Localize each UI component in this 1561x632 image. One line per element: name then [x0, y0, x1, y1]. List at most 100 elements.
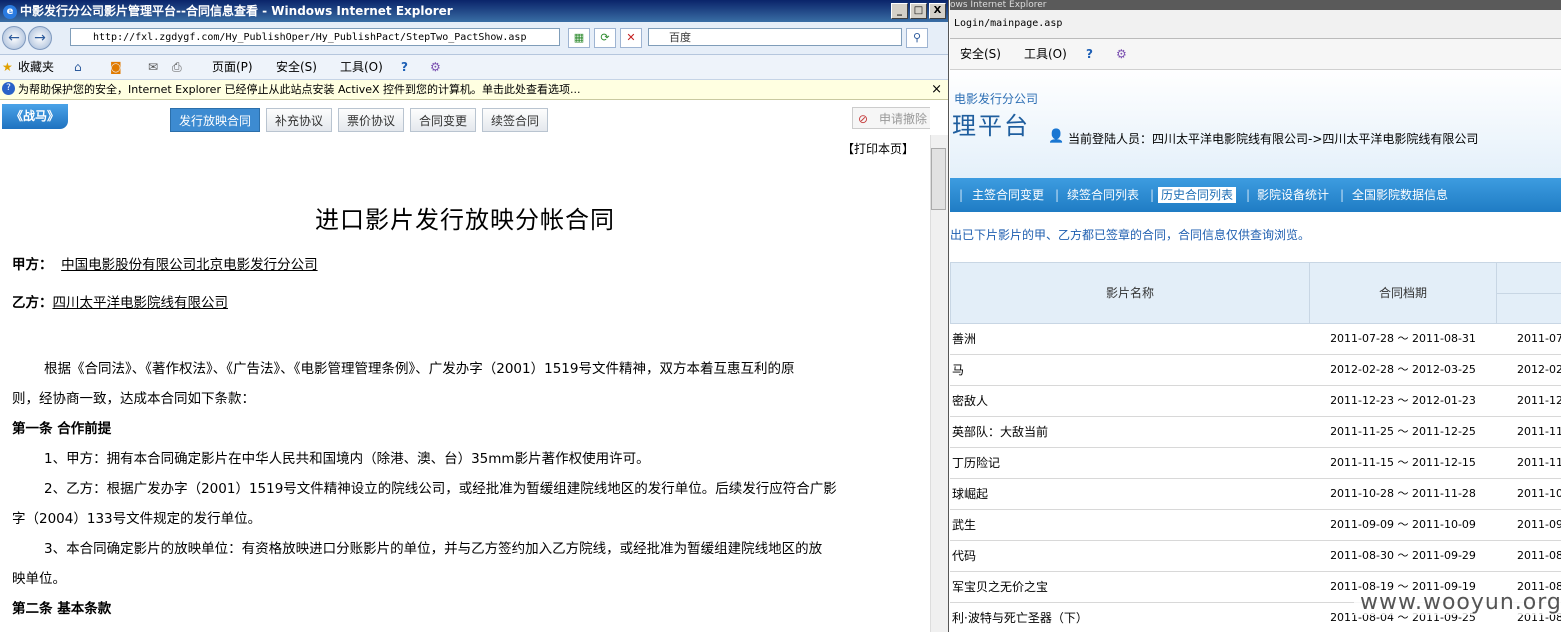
- nav-renewal-list[interactable]: 续签合同列表: [1067, 178, 1139, 212]
- nav-separator: |: [1150, 188, 1155, 202]
- tab-renewal-contract[interactable]: 续签合同: [482, 108, 549, 132]
- film-name-cell[interactable]: 利·波特与死亡圣器（下）: [952, 603, 1302, 632]
- right-address-input[interactable]: Login/mainpage.asp: [954, 14, 1062, 34]
- party-b-label: 乙方：: [12, 295, 53, 311]
- party-a-label: 甲方：: [12, 257, 53, 273]
- contract-period-cell: 2011-10-28 ～ 2011-11-28: [1330, 487, 1476, 500]
- next-date-cell: 2011-08: [1517, 549, 1561, 562]
- portal-title: 理平台: [952, 112, 1030, 140]
- info-bar[interactable]: ? 为帮助保护您的安全，Internet Explorer 已经停止从此站点安装…: [0, 80, 948, 100]
- header-film-name: 影片名称: [950, 262, 1310, 324]
- film-name-cell[interactable]: 善洲: [952, 324, 1302, 354]
- next-date-cell: 2011-11: [1517, 456, 1561, 469]
- refresh-icon[interactable]: ⟳: [594, 28, 616, 48]
- film-name-cell[interactable]: 代码: [952, 541, 1302, 571]
- safety-menu[interactable]: 安全(S): [276, 55, 317, 79]
- ie-logo-icon: e: [3, 4, 17, 19]
- film-name-cell[interactable]: 密敌人: [952, 386, 1302, 416]
- table-row[interactable]: 代码 2011-08-30 ～ 2011-09-29 2011-08: [950, 541, 1561, 572]
- table-row[interactable]: 丁历险记 2011-11-15 ～ 2011-12-15 2011-11: [950, 448, 1561, 479]
- article1-item2-line2: 字（2004）133号文件规定的发行单位。: [12, 511, 262, 527]
- minimize-button[interactable]: _: [891, 3, 908, 19]
- contract-period-cell: 2011-09-09 ～ 2011-10-09: [1330, 518, 1476, 531]
- infobar-text[interactable]: 为帮助保护您的安全，Internet Explorer 已经停止从此站点安装 A…: [18, 80, 581, 99]
- right-tools-menu[interactable]: 工具(O): [1024, 39, 1067, 69]
- forward-button[interactable]: →: [28, 26, 52, 50]
- table-row[interactable]: 英部队：大敌当前 2011-11-25 ～ 2011-12-25 2011-11: [950, 417, 1561, 448]
- nav-history-list[interactable]: 历史合同列表: [1158, 187, 1237, 203]
- page-menu[interactable]: 页面(P): [212, 55, 253, 79]
- contract-period-cell: 2011-07-28 ～ 2011-08-31: [1330, 332, 1476, 345]
- table-row[interactable]: 善洲 2011-07-28 ～ 2011-08-31 2011-07: [950, 324, 1561, 355]
- tab-release-contract[interactable]: 发行放映合同: [170, 108, 261, 132]
- table-row[interactable]: 武生 2011-09-09 ～ 2011-10-09 2011-09: [950, 510, 1561, 541]
- right-title-bar: ows Internet Explorer: [950, 0, 1561, 10]
- print-page-link[interactable]: 【打印本页】: [842, 140, 914, 157]
- history-notice: 出已下片影片的甲、乙方都已签章的合同，合同信息仅供查询浏览。: [950, 228, 1311, 242]
- search-icon[interactable]: ⚲: [906, 28, 928, 48]
- film-name-cell[interactable]: 丁历险记: [952, 448, 1302, 478]
- film-name-cell[interactable]: 武生: [952, 510, 1302, 540]
- nav-national-cinema-data[interactable]: 全国影院数据信息: [1352, 178, 1448, 212]
- portal-header: 电影发行分公司 理平台 👤 当前登陆人员：四川太平洋电影院线有限公司->四川太平…: [950, 70, 1561, 178]
- right-research-icon[interactable]: ⚙: [1116, 39, 1127, 69]
- cancel-request-button[interactable]: ⊘ 申请撤除: [852, 107, 930, 129]
- intro-paragraph-line2: 则，经协商一致，达成本合同如下条款：: [12, 391, 255, 407]
- rss-feed-icon[interactable]: ◙: [110, 55, 122, 79]
- film-name-cell[interactable]: 球崛起: [952, 479, 1302, 509]
- tab-supplement-agreement[interactable]: 补充协议: [266, 108, 333, 132]
- nav-equipment-stats[interactable]: 影院设备统计: [1257, 178, 1329, 212]
- back-button[interactable]: ←: [2, 26, 26, 50]
- table-row[interactable]: 密敌人 2011-12-23 ～ 2012-01-23 2011-12: [950, 386, 1561, 417]
- party-a-name: 中国电影股份有限公司北京电影发行分公司: [61, 257, 318, 273]
- contract-period-cell: 2011-11-15 ～ 2011-12-15: [1330, 456, 1476, 469]
- mail-icon[interactable]: ✉: [148, 55, 158, 79]
- favorites-button[interactable]: 收藏夹: [18, 55, 54, 79]
- tab-contract-change[interactable]: 合同变更: [410, 108, 477, 132]
- article2-heading: 第二条 基本条款: [12, 601, 112, 617]
- info-shield-icon: ?: [2, 82, 15, 95]
- film-badge: 《战马》: [2, 104, 68, 129]
- film-name-cell[interactable]: 军宝贝之无价之宝: [952, 572, 1302, 602]
- next-date-cell: 2011-10: [1517, 487, 1561, 500]
- research-icon[interactable]: ⚙: [430, 55, 441, 79]
- film-name-cell[interactable]: 马: [952, 355, 1302, 385]
- table-row[interactable]: 球崛起 2011-10-28 ～ 2011-11-28 2011-10: [950, 479, 1561, 510]
- left-window-title: 中影发行分公司影片管理平台--合同信息查看 - Windows Internet…: [20, 4, 453, 18]
- contract-period-cell: 2011-12-23 ～ 2012-01-23: [1330, 394, 1476, 407]
- help-icon[interactable]: ?: [401, 55, 408, 79]
- search-input[interactable]: 百度: [648, 28, 902, 46]
- portal-subtitle: 电影发行分公司: [954, 92, 1039, 106]
- address-input[interactable]: http://fxl.zgdygf.com/Hy_PublishOper/Hy_…: [70, 28, 560, 46]
- contract-period-cell: 2011-08-30 ～ 2011-09-29: [1330, 549, 1476, 562]
- nav-separator: |: [1340, 188, 1345, 202]
- stop-icon[interactable]: ✕: [620, 28, 642, 48]
- contract-page: 《战马》 发行放映合同 补充协议 票价协议 合同变更 续签合同 ⊘ 申请撤除 【…: [0, 100, 930, 632]
- party-b-line: 乙方：四川太平洋电影院线有限公司: [12, 288, 920, 318]
- nav-contract-change[interactable]: 主签合同变更: [972, 178, 1044, 212]
- tab-ticket-price-agreement[interactable]: 票价协议: [338, 108, 405, 132]
- next-date-cell: 2011-11: [1517, 425, 1561, 438]
- portal-nav: | 主签合同变更 | 续签合同列表 | 历史合同列表 | 影院设备统计 | 全国…: [950, 178, 1561, 212]
- right-browser-window: ows Internet Explorer Login/mainpage.asp…: [950, 0, 1561, 632]
- home-icon[interactable]: ⌂: [74, 55, 82, 79]
- print-icon[interactable]: ⎙: [172, 55, 182, 79]
- contract-period-cell: 2012-02-28 ～ 2012-03-25: [1330, 363, 1476, 376]
- film-name-cell[interactable]: 英部队：大敌当前: [952, 417, 1302, 447]
- close-window-button[interactable]: X: [929, 3, 946, 19]
- table-row[interactable]: 马 2012-02-28 ～ 2012-03-25 2012-02: [950, 355, 1561, 386]
- maximize-button[interactable]: □: [910, 3, 927, 19]
- compat-view-icon[interactable]: ▦: [568, 28, 590, 48]
- infobar-close-button[interactable]: ×: [931, 80, 942, 99]
- tools-menu[interactable]: 工具(O): [340, 55, 383, 79]
- next-date-cell: 2012-02: [1517, 363, 1561, 376]
- contract-period-cell: 2011-11-25 ～ 2011-12-25: [1330, 425, 1476, 438]
- header-extra-bottom: [1496, 293, 1561, 324]
- favorites-star-icon[interactable]: ★: [2, 55, 13, 79]
- right-help-icon[interactable]: ?: [1086, 39, 1093, 69]
- scrollbar-thumb[interactable]: [931, 148, 946, 210]
- left-browser-window: e 中影发行分公司影片管理平台--合同信息查看 - Windows Interne…: [0, 0, 949, 632]
- command-bar: ★ 收藏夹 ⌂ ◙ ✉ ⎙ 页面(P) 安全(S) 工具(O) ? ⚙: [0, 55, 948, 80]
- right-safety-menu[interactable]: 安全(S): [960, 39, 1001, 69]
- next-date-cell: 2011-09: [1517, 518, 1561, 531]
